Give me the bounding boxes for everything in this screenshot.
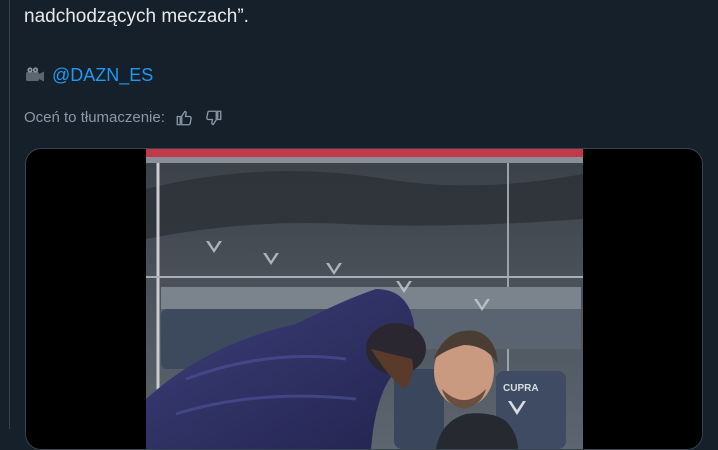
thumbs-down-button[interactable]: [203, 107, 225, 129]
thread-divider: [9, 0, 10, 429]
video-player[interactable]: CUPRA: [146, 149, 583, 449]
media-card[interactable]: CUPRA: [25, 148, 703, 450]
translation-rating-label: Oceń to tłumaczenie:: [24, 109, 165, 126]
video-frame-image: CUPRA: [146, 149, 583, 449]
seat-brand-text: CUPRA: [503, 383, 539, 394]
camera-icon: [24, 66, 46, 84]
thumbs-up-icon: [176, 110, 192, 126]
thumbs-up-button[interactable]: [173, 107, 195, 129]
tweet-text: nadchodzących meczach”.: [24, 6, 249, 27]
dazn-mention-link[interactable]: @DAZN_ES: [52, 63, 153, 87]
thumbs-down-icon: [206, 110, 222, 126]
translation-rating: Oceń to tłumaczenie:: [24, 107, 225, 129]
source-line: @DAZN_ES: [24, 63, 153, 87]
